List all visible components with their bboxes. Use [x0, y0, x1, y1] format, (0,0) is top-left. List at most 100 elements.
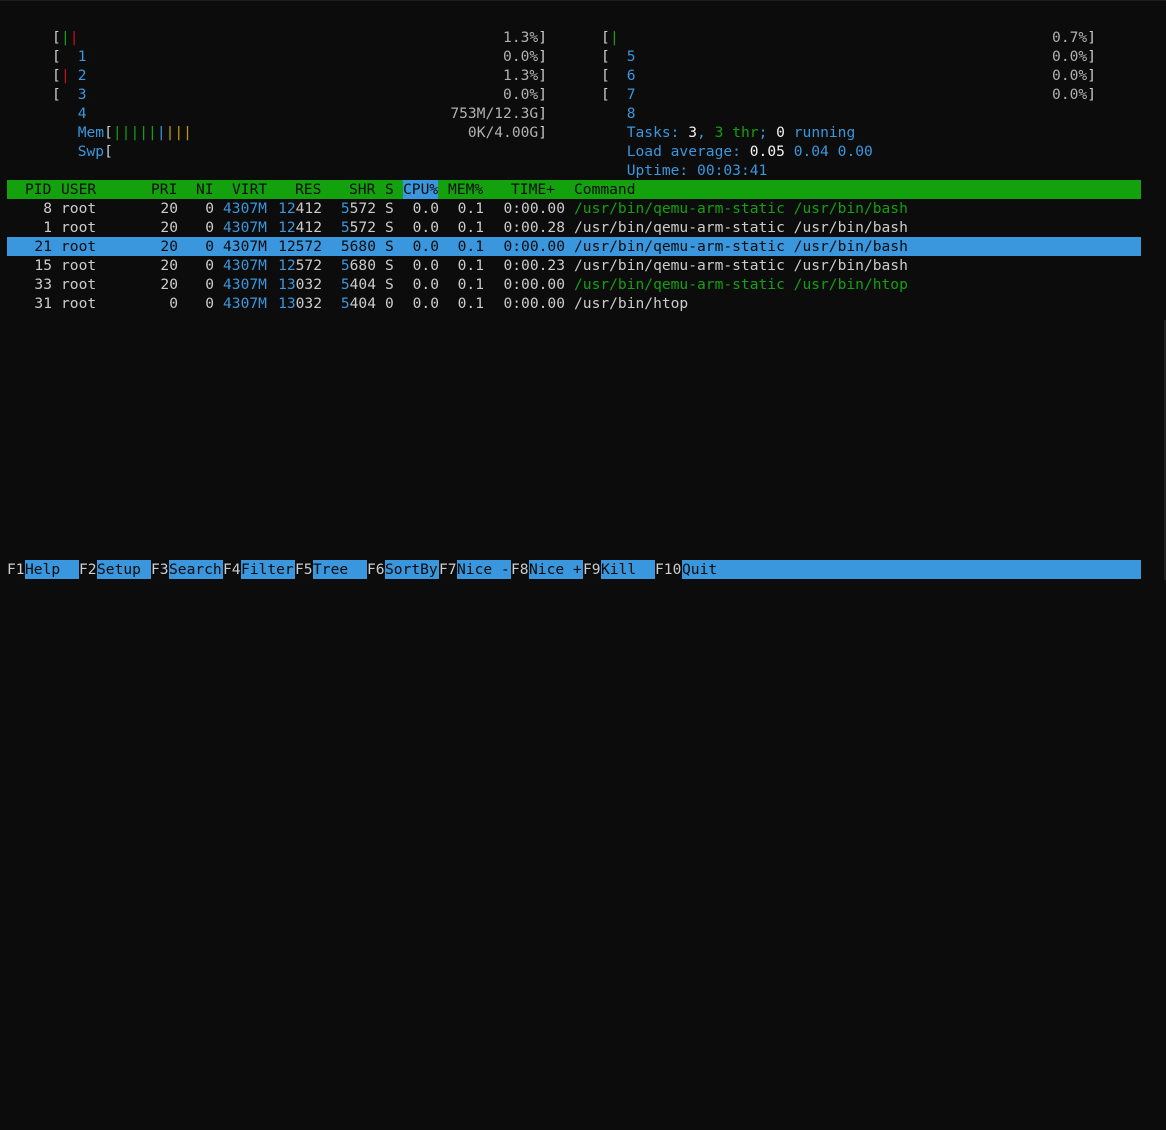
cpu-bar: || [61, 29, 79, 46]
uptime: Uptime: 00:03:41 [574, 142, 1096, 179]
cell-time: 0:00.28 [503, 219, 565, 236]
cpu-meter: 7[0.0%] [574, 66, 1096, 103]
fkey-sortby-label[interactable]: SortBy [385, 560, 438, 579]
fkey-quit-label[interactable]: Quit [682, 560, 717, 579]
cell-command: /usr/bin/qemu-arm-static /usr/bin/bash [574, 257, 908, 274]
cell-command: /usr/bin/qemu-arm-static /usr/bin/htop [574, 276, 908, 293]
tasks-summary: Tasks: 3, 3 thr; 0 running [626, 124, 856, 141]
process-table-header: PID USER PRI NI VIRT RES SHR S CPU% MEM%… [7, 180, 1141, 199]
cell-virt: 4307M [223, 257, 267, 274]
cell-shr: 5572 [340, 219, 376, 236]
fkey-setup-label[interactable]: Setup [97, 560, 141, 579]
col-pri[interactable]: PRI [151, 180, 177, 199]
cell-command: /usr/bin/qemu-arm-static /usr/bin/bash [574, 238, 908, 255]
cell-time: 0:00.00 [503, 295, 565, 312]
cell-s: S [385, 219, 394, 236]
col-mem[interactable]: MEM% [448, 180, 483, 199]
process-row[interactable]: 15 root 20 0 4307M 12572 5680 S 0.0 0.1 0:00.23/us… [7, 256, 1141, 275]
cell-user: root [61, 200, 97, 217]
fkey-f1[interactable]: F1 [7, 560, 25, 579]
cell-s: S [385, 257, 394, 274]
col-virt[interactable]: VIRT [232, 180, 267, 199]
cpu-bracket-open: [ [52, 67, 61, 84]
cell-virt: 4307M [223, 238, 267, 255]
fkey-nice-plus-label[interactable]: Nice + [529, 560, 582, 579]
fkey-f3[interactable]: F3 [151, 560, 169, 579]
cell-res: 12412 [278, 200, 322, 217]
fkey-f2[interactable]: F2 [79, 560, 97, 579]
cell-ni: 0 [205, 219, 214, 236]
cell-pri: 0 [169, 295, 178, 312]
fkey-filter-label[interactable]: Filter [241, 560, 294, 579]
cell-pri: 20 [160, 200, 178, 217]
fkey-f10[interactable]: F10 [655, 560, 682, 579]
fkey-nice-minus-label[interactable]: Nice - [457, 560, 510, 579]
col-shr[interactable]: SHR [349, 180, 375, 199]
cpu-percent: 1.3%] [503, 29, 547, 46]
col-command[interactable]: Command [574, 180, 636, 199]
cpu-bracket-open: [ [601, 67, 610, 84]
cpu-meter: 1[|| 1.3%] [25, 28, 547, 65]
uptime-value: 00:03:41 [697, 162, 768, 179]
cpu-meter: 4[0.0%] [25, 85, 547, 122]
cell-mem: 0.1 [457, 219, 484, 236]
cell-s: S [385, 238, 394, 255]
cell-s: 0 [385, 295, 394, 312]
cell-cpu: 0.0 [412, 219, 439, 236]
cpu-meter: 2[0.0%] [25, 47, 547, 84]
fkey-kill-label[interactable]: Kill [601, 560, 636, 579]
cpu-percent: 0.0%] [1052, 48, 1096, 65]
swap-bracket-open: [ [104, 143, 113, 160]
cell-pid: 21 [34, 238, 52, 255]
cell-mem: 0.1 [457, 295, 484, 312]
fkey-tree-label[interactable]: Tree [313, 560, 348, 579]
fkey-f4[interactable]: F4 [223, 560, 241, 579]
cell-pid: 1 [43, 219, 52, 236]
process-row[interactable]: 21 root 20 0 4307M 12572 5680 S 0.0 0.1 0:00.00/us… [7, 237, 1141, 256]
cell-user: root [61, 238, 97, 255]
cell-pri: 20 [160, 257, 178, 274]
cell-pid: 8 [43, 200, 52, 217]
cell-user: root [61, 295, 97, 312]
cell-user: root [61, 219, 97, 236]
fkey-f8[interactable]: F8 [511, 560, 529, 579]
load-average: Load average: 0.05 0.04 0.00 [574, 123, 1096, 160]
swap-label: Swp [77, 143, 105, 160]
swap-value: 0K/4.00G] [467, 124, 547, 141]
fkey-f5[interactable]: F5 [295, 560, 313, 579]
col-state[interactable]: S [385, 180, 394, 199]
process-row[interactable]: 31 root 0 0 4307M 13032 5404 0 0.0 0.1 0:00.00/usr… [7, 294, 1141, 313]
col-pid[interactable]: PID [25, 180, 51, 199]
cpu-percent: 1.3%] [503, 67, 547, 84]
cell-pid: 31 [34, 295, 52, 312]
cpu-percent: 0.0%] [503, 86, 547, 103]
cell-pri: 20 [160, 238, 178, 255]
fkey-f7[interactable]: F7 [439, 560, 457, 579]
cell-res: 13032 [278, 295, 322, 312]
fkey-search-label[interactable]: Search [169, 560, 222, 579]
fkey-help-label[interactable]: Help [25, 560, 60, 579]
cell-ni: 0 [205, 295, 214, 312]
col-cpu[interactable]: CPU% [403, 180, 439, 199]
cell-user: root [61, 276, 97, 293]
process-row[interactable]: 8 root 20 0 4307M 12412 5572 S 0.0 0.1 0:00.00/usr… [7, 199, 1141, 218]
cpu-percent: 0.0%] [1052, 67, 1096, 84]
fkey-f9[interactable]: F9 [583, 560, 601, 579]
cell-virt: 4307M [223, 295, 267, 312]
mem-value: 753M/12.3G] [450, 105, 547, 122]
process-row[interactable]: 1 root 20 0 4307M 12412 5572 S 0.0 0.1 0:00.28/usr… [7, 218, 1141, 237]
col-user[interactable]: USER [61, 180, 96, 199]
cpu-percent: 0.0%] [1052, 86, 1096, 103]
cell-virt: 4307M [223, 219, 267, 236]
cell-pri: 20 [160, 276, 178, 293]
process-row[interactable]: 33 root 20 0 4307M 13032 5404 S 0.0 0.1 0:00.00/us… [7, 275, 1141, 294]
cell-shr: 5680 [340, 238, 376, 255]
col-res[interactable]: RES [295, 180, 321, 199]
cpu-bracket-open: [ [52, 86, 61, 103]
col-time[interactable]: TIME+ [511, 180, 555, 199]
col-ni[interactable]: NI [196, 180, 214, 199]
fkey-f6[interactable]: F6 [367, 560, 385, 579]
cell-pid: 33 [34, 276, 52, 293]
cell-s: S [385, 276, 394, 293]
function-key-bar: F1 Help F2 Setup F3 Search F4 Filter F5 … [7, 560, 1141, 579]
